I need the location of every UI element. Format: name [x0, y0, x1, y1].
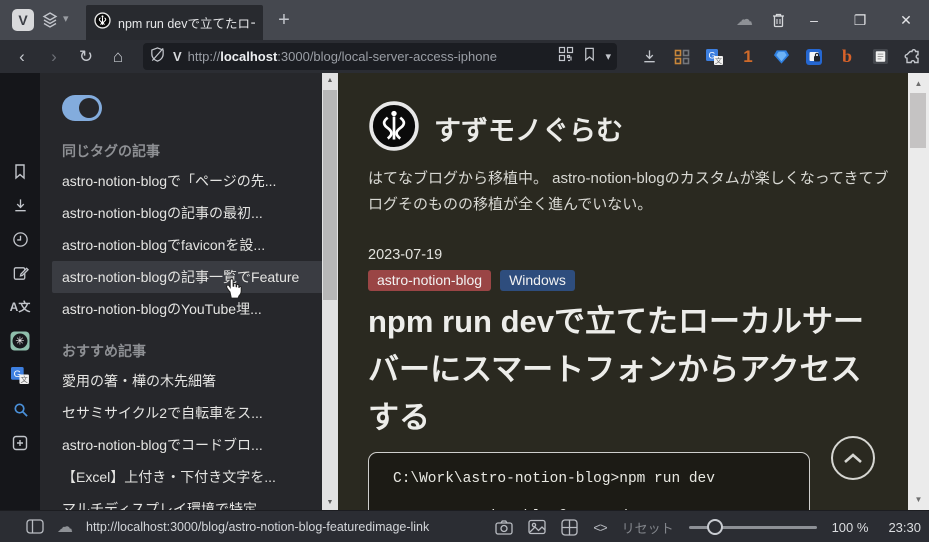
reload-button[interactable]: ↻ [70, 47, 102, 67]
google-translate-extension-icon[interactable]: G文 [705, 47, 725, 67]
sync-cloud-icon[interactable]: ☁ [736, 10, 753, 30]
panel-scroll-down-icon[interactable]: ▼ [322, 499, 338, 506]
trash-icon[interactable] [770, 11, 787, 34]
post-tags: astro-notion-blog Windows [368, 270, 908, 291]
address-toolbar: ‹ › ↻ ⌂ V http://localhost:3000/blog/loc… [0, 40, 929, 73]
search-panel-icon[interactable] [0, 396, 40, 422]
active-tab[interactable]: npm run devで立てたローカル [86, 5, 263, 40]
zoom-slider[interactable] [688, 519, 817, 535]
svg-text:文: 文 [715, 56, 722, 65]
recommended-article-link[interactable]: セサミサイクル2で自転車をス... [62, 397, 324, 429]
site-title[interactable]: すずモノぐらむ [434, 109, 623, 148]
workspaces-icon[interactable] [41, 11, 59, 34]
tag-badge[interactable]: Windows [500, 270, 575, 291]
sidebar-panel: 同じタグの記事 astro-notion-blogで「ページの先... astr… [40, 73, 338, 510]
related-article-link-hovered[interactable]: astro-notion-blogの記事一覧でFeature [52, 261, 330, 293]
window-controls: – ❐ ✕ [791, 0, 929, 40]
bookmark-page-icon[interactable] [582, 46, 597, 67]
workspaces-caret-icon[interactable]: ▾ [63, 12, 69, 25]
page-scroll-up-icon[interactable]: ▲ [908, 79, 929, 88]
page-scroll-down-icon[interactable]: ▼ [908, 495, 929, 504]
forward-button[interactable]: › [38, 47, 70, 67]
vivaldi-badge-icon: V [173, 49, 182, 64]
svg-text:文: 文 [20, 374, 28, 383]
google-translate-panel-icon[interactable]: G文 [0, 362, 40, 388]
site-description: はてなブログから移植中。 astro-notion-blogのカスタムが楽しくな… [368, 170, 889, 213]
zoom-level[interactable]: 100 % [832, 520, 869, 535]
notes-panel-icon[interactable] [0, 260, 40, 286]
tag-badge[interactable]: astro-notion-blog [368, 270, 492, 291]
maximize-button[interactable]: ❐ [837, 0, 883, 40]
section-title-same-tag: 同じタグの記事 [62, 143, 160, 159]
main-area: A文 ✳ G文 ⚙ 同じタグの記事 astro-notion-blogで「ページ… [0, 73, 929, 510]
tab-bar: V ▾ npm run devで立てたローカル + ☁ – ❐ ✕ [0, 0, 929, 40]
site-logo[interactable] [368, 100, 420, 157]
onetab-extension-icon[interactable]: 1 [738, 47, 758, 67]
home-button[interactable]: ⌂ [102, 47, 134, 67]
panel-scrollbar-thumb[interactable] [323, 90, 337, 300]
tab-title: npm run devで立てたローカル [118, 17, 255, 31]
panel-scroll-up-icon[interactable]: ▲ [322, 77, 338, 84]
panel-toggle-switch[interactable] [62, 95, 102, 121]
panel-icon-strip: A文 ✳ G文 ⚙ [0, 73, 40, 510]
code-line: C:\Work\astro-notion-blog>npm run dev [393, 471, 715, 487]
clock: 23:30 [888, 519, 921, 535]
post-date: 2023-07-19 [368, 247, 443, 263]
status-bar: ☁ http://localhost:3000/blog/astro-notio… [0, 510, 929, 542]
post-title: npm run devで立てたローカルサーバーにスマートフォンからアクセスする [368, 304, 865, 435]
recommended-article-link[interactable]: 愛用の箸・樺の木先細箸 [62, 365, 324, 397]
chatgpt-panel-icon[interactable]: ✳ [0, 328, 40, 354]
web-page: すずモノぐらむ はてなブログから移植中。 astro-notion-blogのカ… [338, 73, 908, 510]
tiling-icon[interactable] [561, 518, 579, 536]
grid-extension-icon[interactable] [672, 47, 692, 67]
recommended-article-link[interactable]: マルチディスプレイ環境で特定 [62, 493, 324, 510]
url-text[interactable]: http://localhost:3000/blog/local-server-… [188, 49, 559, 64]
back-button[interactable]: ‹ [6, 47, 38, 67]
zoom-reset-label[interactable]: リセット [622, 518, 674, 537]
panel-scrollbar[interactable]: ▲ ▼ [322, 73, 338, 510]
qr-code-icon[interactable] [558, 46, 574, 67]
svg-text:✳: ✳ [15, 336, 24, 348]
extensions-row: G文 1 b [639, 40, 923, 73]
related-article-link[interactable]: astro-notion-blogでfaviconを設... [62, 229, 324, 261]
bookmarks-panel-icon[interactable] [0, 158, 40, 184]
translate-panel-icon[interactable]: A文 [0, 293, 40, 319]
related-article-link[interactable]: astro-notion-blogで「ページの先... [62, 165, 324, 197]
page-scrollbar-thumb[interactable] [910, 93, 926, 148]
shield-blocked-icon[interactable] [149, 46, 166, 68]
tab-favicon-icon [94, 11, 111, 34]
minimize-button[interactable]: – [791, 0, 837, 40]
downloads-panel-icon[interactable] [0, 192, 40, 218]
download-icon[interactable] [639, 47, 659, 67]
recommended-article-link[interactable]: 【Excel】上付き・下付き文字を... [62, 461, 324, 493]
new-tab-button[interactable]: + [271, 7, 297, 33]
scroll-to-top-button[interactable] [831, 436, 875, 480]
toggle-panel-icon[interactable] [26, 519, 44, 534]
status-link-url: http://localhost:3000/blog/astro-notion-… [86, 519, 430, 534]
address-caret-icon[interactable]: ▾ [605, 50, 611, 63]
section-title-recommended: おすすめ記事 [62, 343, 146, 359]
related-article-link[interactable]: astro-notion-blogの記事の最初... [62, 197, 324, 229]
capture-camera-icon[interactable] [495, 519, 514, 535]
close-button[interactable]: ✕ [883, 0, 929, 40]
extensions-puzzle-icon[interactable] [903, 47, 923, 67]
page-scrollbar[interactable]: ▲ ▼ [908, 73, 929, 510]
gem-extension-icon[interactable] [771, 47, 791, 67]
page-actions-image-icon[interactable] [528, 519, 547, 535]
sync-status-cloud-icon[interactable]: ☁ [57, 517, 73, 537]
recommended-article-link[interactable]: astro-notion-blogでコードブロ... [62, 429, 324, 461]
zoom-slider-knob[interactable] [706, 519, 723, 535]
address-bar[interactable]: V http://localhost:3000/blog/local-serve… [143, 43, 617, 70]
bing-extension-icon[interactable]: b [837, 46, 857, 67]
add-panel-icon[interactable] [0, 430, 40, 456]
toggle-knob [79, 98, 99, 118]
shield-lock-extension-icon[interactable] [804, 47, 824, 67]
developer-code-icon[interactable]: <> [593, 520, 607, 535]
notes-extension-icon[interactable] [870, 47, 890, 67]
browser-window: V ▾ npm run devで立てたローカル + ☁ – ❐ ✕ ‹ › ↻ … [0, 0, 929, 542]
vivaldi-menu-button[interactable]: V [12, 9, 34, 31]
code-block: C:\Work\astro-notion-blog>npm run dev > … [368, 452, 810, 510]
related-article-link[interactable]: astro-notion-blogのYouTube埋... [62, 293, 324, 325]
history-panel-icon[interactable] [0, 226, 40, 252]
